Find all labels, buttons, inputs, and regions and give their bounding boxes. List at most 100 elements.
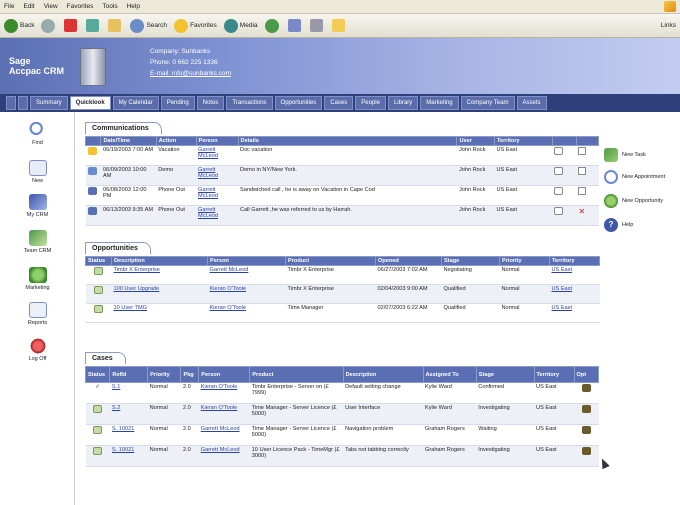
- sidebar-item-my-crm[interactable]: My CRM: [0, 194, 75, 218]
- media-button[interactable]: Media: [223, 18, 258, 33]
- info-icon[interactable]: [554, 167, 563, 175]
- person-link[interactable]: Kieran O'Toole: [207, 284, 286, 304]
- back-button[interactable]: Back: [4, 18, 34, 33]
- col-header-status[interactable]: Status: [85, 256, 112, 266]
- tab-pending[interactable]: Pending: [160, 96, 195, 110]
- help-button[interactable]: ? Help: [604, 218, 680, 232]
- case-file-icon[interactable]: [581, 426, 591, 434]
- menu-file[interactable]: File: [4, 3, 14, 10]
- person-link[interactable]: Garrett McLeod: [198, 424, 250, 446]
- tab-summary[interactable]: Summary: [30, 96, 68, 110]
- opportunities-tab[interactable]: Opportunities: [85, 242, 151, 254]
- person-link[interactable]: Kieran O'Toole: [198, 403, 250, 425]
- new-task-button[interactable]: New Task: [604, 148, 680, 162]
- info-icon[interactable]: [554, 187, 563, 195]
- tab-assets[interactable]: Assets: [516, 96, 547, 110]
- col-header-product[interactable]: Product: [285, 256, 376, 266]
- tab-quicklook[interactable]: Quicklook: [69, 96, 111, 110]
- col-header-assigned[interactable]: Assigned To: [422, 366, 477, 383]
- search-button[interactable]: Search: [130, 18, 167, 33]
- col-header-territory[interactable]: Territory: [549, 256, 600, 266]
- col-header-opened[interactable]: Opened: [375, 256, 442, 266]
- person-link[interactable]: Garrett McLeod: [196, 165, 239, 186]
- description-link[interactable]: Timbr X Enterprise: [111, 265, 208, 285]
- col-header-product[interactable]: Product: [249, 366, 344, 383]
- sidebar-item-reports[interactable]: Reports: [0, 302, 75, 326]
- stop-button[interactable]: [64, 19, 79, 32]
- col-header-person[interactable]: Person: [207, 256, 286, 266]
- person-link[interactable]: Garrett McLeod: [196, 205, 239, 226]
- info-icon[interactable]: [554, 147, 563, 155]
- tab-my-calendar[interactable]: My Calendar: [112, 96, 159, 110]
- print-button[interactable]: [309, 19, 325, 32]
- complete-checkbox[interactable]: [578, 187, 587, 195]
- new-opportunity-button[interactable]: New Opportunity: [604, 194, 680, 208]
- col-header-details[interactable]: Details: [237, 136, 458, 146]
- person-link[interactable]: Kieran O'Toole: [207, 303, 286, 323]
- mail-button[interactable]: [287, 19, 303, 32]
- menu-tools[interactable]: Tools: [102, 3, 117, 10]
- col-header-opt[interactable]: Opt: [573, 366, 599, 383]
- sidebar-item-log-off[interactable]: Log Off: [0, 338, 75, 362]
- col-header-pkg[interactable]: Pkg: [180, 366, 200, 383]
- refid-link[interactable]: S. 10021: [109, 445, 148, 467]
- menu-help[interactable]: Help: [127, 3, 140, 10]
- new-appointment-button[interactable]: New Appointment: [604, 170, 680, 184]
- col-header-date[interactable]: Date/Time: [100, 136, 157, 146]
- favorites-button[interactable]: Favorites: [174, 18, 217, 33]
- folder-button[interactable]: [331, 19, 347, 32]
- tab-library[interactable]: Library: [387, 96, 419, 110]
- col-header-territory[interactable]: Territory: [533, 366, 575, 383]
- sidebar-item-new[interactable]: New: [0, 160, 75, 184]
- refid-link[interactable]: S.1: [109, 382, 148, 404]
- col-header-priority[interactable]: Priority: [147, 366, 182, 383]
- tab-marketing[interactable]: Marketing: [420, 96, 459, 110]
- refresh-button[interactable]: [86, 19, 101, 32]
- cases-tab[interactable]: Cases: [85, 352, 126, 364]
- refid-link[interactable]: S. 10021: [109, 424, 148, 446]
- tab-transactions[interactable]: Transactions: [226, 96, 273, 110]
- col-header-stage[interactable]: Stage: [441, 256, 500, 266]
- col-header-action[interactable]: Action: [155, 136, 197, 146]
- complete-checkbox[interactable]: [578, 167, 587, 175]
- col-header-person[interactable]: Person: [198, 366, 251, 383]
- person-link[interactable]: Garrett McLeod: [196, 145, 239, 166]
- col-header-priority[interactable]: Priority: [499, 256, 550, 266]
- case-file-icon[interactable]: [581, 384, 591, 392]
- info-icon[interactable]: [554, 207, 563, 215]
- col-header-description[interactable]: Description: [111, 256, 208, 266]
- nav-prev-icon[interactable]: [6, 96, 16, 110]
- history-button[interactable]: [264, 18, 281, 33]
- tab-people[interactable]: People: [355, 96, 386, 110]
- col-header-user[interactable]: User: [456, 136, 496, 146]
- menu-edit[interactable]: Edit: [23, 3, 34, 10]
- sidebar-item-marketing[interactable]: Marketing: [0, 267, 75, 291]
- tab-company-team[interactable]: Company Team: [460, 96, 515, 110]
- company-email[interactable]: E-mail: info@sunbanks.com: [150, 68, 231, 79]
- person-link[interactable]: Garrett McLeod: [196, 185, 239, 206]
- tab-opportunities[interactable]: Opportunities: [274, 96, 323, 110]
- person-link[interactable]: Garrett McLeod: [207, 265, 286, 285]
- col-header-person[interactable]: Person: [195, 136, 239, 146]
- territory-link[interactable]: US East: [549, 303, 600, 323]
- col-header-status[interactable]: Status: [84, 366, 111, 383]
- menu-view[interactable]: View: [44, 3, 58, 10]
- home-button[interactable]: [108, 19, 123, 32]
- complete-checkbox[interactable]: [578, 147, 587, 155]
- case-file-icon[interactable]: [581, 405, 591, 413]
- sidebar-item-find[interactable]: Find: [0, 122, 75, 146]
- nav-next-icon[interactable]: [18, 96, 28, 110]
- communications-tab[interactable]: Communications: [85, 122, 162, 134]
- territory-link[interactable]: US East: [549, 284, 600, 304]
- person-link[interactable]: Garrett McLeod: [198, 445, 250, 467]
- description-link[interactable]: 100 User Upgrade: [111, 284, 208, 304]
- sidebar-item-team-crm[interactable]: Team CRM: [0, 230, 75, 254]
- refid-link[interactable]: S.2: [109, 403, 148, 425]
- tab-cases[interactable]: Cases: [324, 96, 354, 110]
- person-link[interactable]: Kieran O'Toole: [198, 382, 250, 404]
- col-header-stage[interactable]: Stage: [475, 366, 535, 383]
- col-header-description[interactable]: Description: [342, 366, 424, 383]
- col-header-refid[interactable]: RefId: [109, 366, 149, 383]
- tab-notes[interactable]: Notes: [196, 96, 225, 110]
- territory-link[interactable]: US East: [549, 265, 600, 285]
